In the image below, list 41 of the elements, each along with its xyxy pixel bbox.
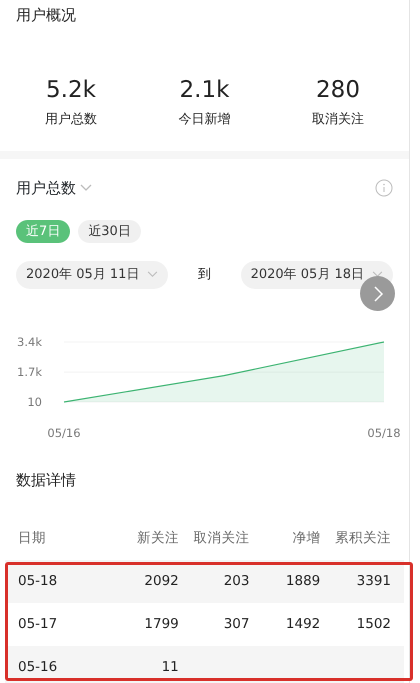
table-cell-text: 1492: [284, 615, 320, 634]
date-picker[interactable]: 2020年 05月 11日: [16, 261, 168, 288]
date-separator: 到: [198, 266, 211, 284]
table-cell-text: 307: [222, 615, 250, 634]
y-tick-label: 3.4k: [17, 334, 42, 348]
table-cell-text: 1502: [356, 615, 391, 634]
section-title: 数据详情: [15, 470, 77, 490]
table-cell-text: 05-17: [18, 615, 58, 634]
table-cell-text: 1889: [284, 572, 320, 592]
range-tab[interactable]: 近30日: [78, 220, 141, 243]
chevron-right-icon: [372, 285, 384, 304]
column-header: 日期: [18, 529, 47, 548]
table-cell-text: 05-18: [18, 572, 58, 592]
stat-label: 今日新增: [178, 110, 230, 128]
y-tick-label: 1.7k: [17, 364, 42, 379]
date-picker[interactable]: 2020年 05月 18日: [240, 261, 393, 288]
section-title: 用户概况: [16, 5, 77, 26]
column-header: 新关注: [136, 529, 179, 548]
stat-value: 280: [316, 78, 360, 102]
table-cell-text: 05-16: [18, 658, 58, 678]
stat-label: 用户总数: [45, 110, 97, 128]
table-cell-text: 1799: [143, 615, 179, 634]
next-button[interactable]: [360, 276, 395, 311]
chevron-down-icon: [80, 184, 92, 192]
table-cell-text: 11: [160, 658, 179, 678]
table-cell-text: 2092: [143, 572, 179, 592]
x-tick-label: 05/18: [367, 426, 401, 440]
x-tick-label: 05/16: [47, 426, 81, 440]
y-tick-label: 10: [27, 394, 42, 408]
table-cell-text: 3391: [356, 572, 391, 592]
column-header: 取消关注: [192, 529, 250, 548]
stat-label: 取消关注: [312, 110, 364, 128]
stat-value: 2.1k: [180, 78, 230, 102]
chevron-down-icon: [372, 271, 383, 278]
column-header: 累积关注: [334, 529, 391, 548]
stat-value: 5.2k: [46, 78, 96, 102]
table-cell-text: 203: [222, 572, 250, 592]
column-header: 净增: [291, 529, 320, 548]
metric-dropdown[interactable]: 用户总数: [16, 177, 92, 200]
chevron-down-icon: [147, 271, 158, 278]
info-icon[interactable]: [375, 179, 393, 198]
